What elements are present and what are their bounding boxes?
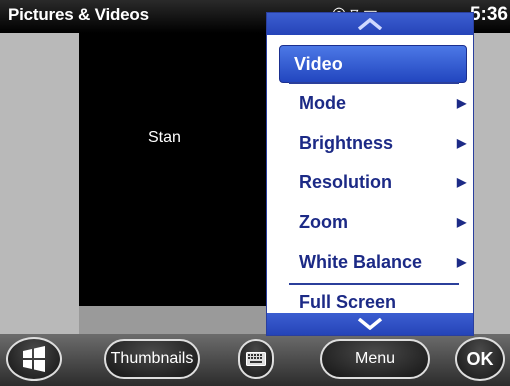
bottom-toolbar: Thumbnails Menu OK [0,334,510,386]
menu-item-mode[interactable]: Mode ▶ [285,85,469,121]
menu-item-video[interactable]: Video [279,45,467,83]
ok-button[interactable]: OK [455,337,505,381]
submenu-arrow-icon: ▶ [457,255,467,269]
submenu-arrow-icon: ▶ [457,136,467,150]
keyboard-icon [246,352,266,366]
viewer-status-text: Stan [148,129,181,146]
menu-item-label: Mode [299,92,346,113]
keyboard-button[interactable] [238,339,274,379]
scroll-down-button[interactable] [267,313,473,335]
submenu-arrow-icon: ▶ [457,215,467,229]
submenu-arrow-icon: ▶ [457,96,467,110]
menu-item-label: White Balance [299,251,423,272]
menu-item-resolution[interactable]: Resolution ▶ [285,164,469,200]
camera-viewfinder[interactable] [79,33,271,306]
app-title: Pictures & Videos [8,5,149,24]
menu-separator [289,82,459,84]
menu-item-label: Video [294,53,343,74]
viewer-footer-strip [79,306,271,334]
menu-item-label: Brightness [299,132,394,153]
menu-button[interactable]: Menu [320,339,430,379]
chevron-down-icon [357,318,383,330]
start-button[interactable] [6,337,62,381]
menu-item-white-balance[interactable]: White Balance ▶ [285,244,469,280]
thumbnails-button[interactable]: Thumbnails [104,339,200,379]
menu-item-label: Full Screen [299,291,397,312]
popup-menu: Video Mode ▶ Brightness ▶ Resolution ▶ Z… [266,12,474,336]
scroll-up-button[interactable] [267,13,473,35]
menu-item-label: Zoom [299,211,348,232]
windows-logo-icon [23,346,45,372]
submenu-arrow-icon: ▶ [457,175,467,189]
menu-item-brightness[interactable]: Brightness ▶ [285,125,469,161]
menu-item-label: Resolution [299,171,392,192]
chevron-up-icon [357,18,383,30]
menu-item-zoom[interactable]: Zoom ▶ [285,204,469,240]
clock[interactable]: 5:36 [470,4,508,26]
